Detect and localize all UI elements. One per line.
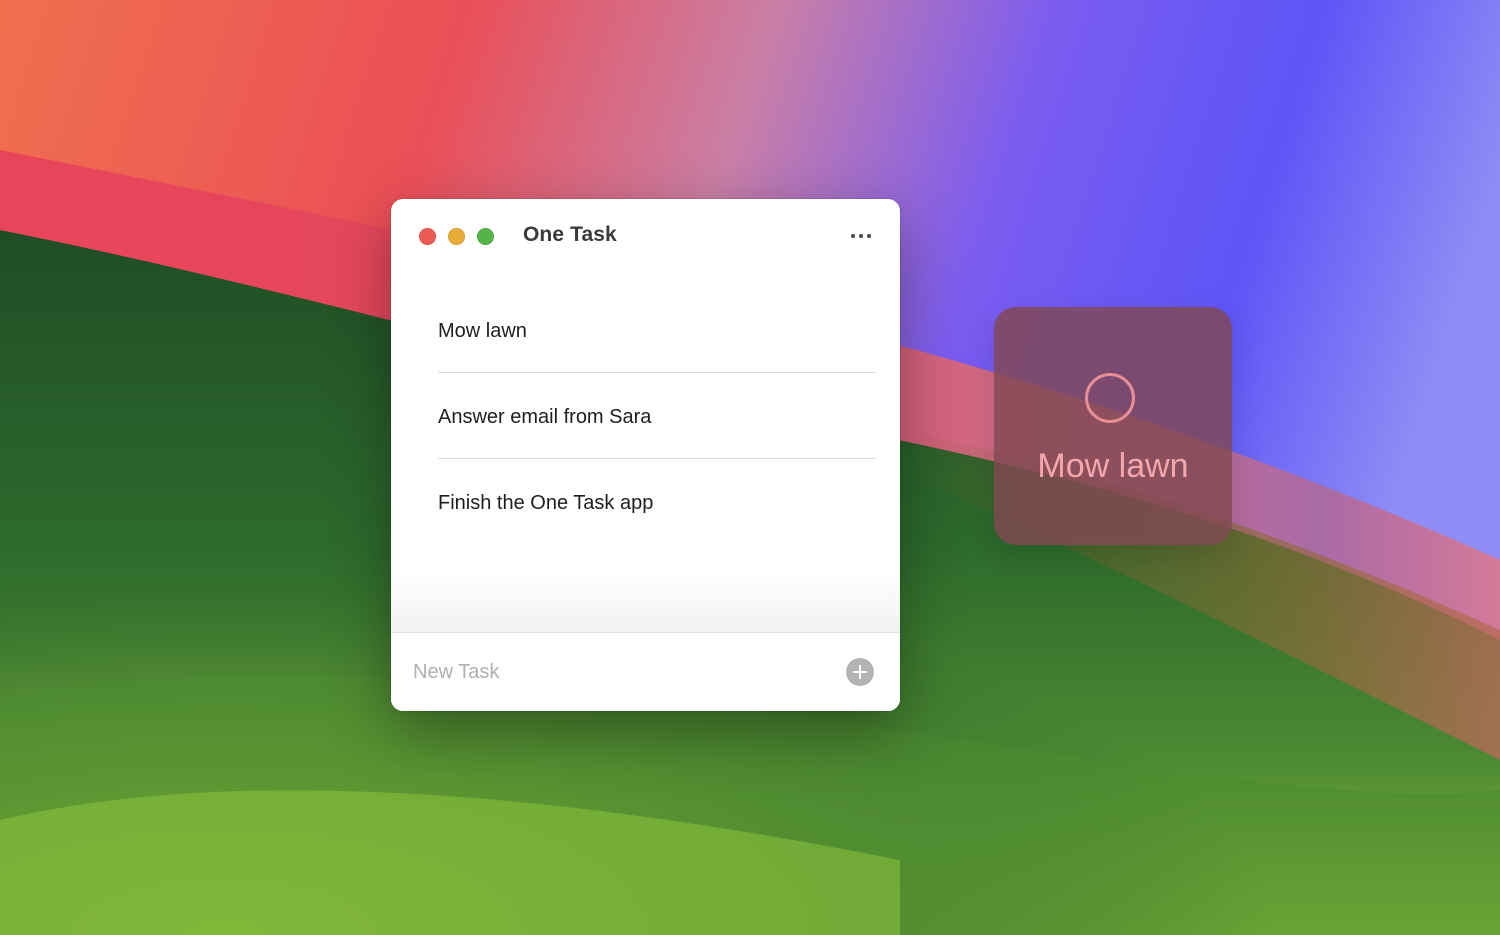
task-label: Answer email from Sara [438,406,652,428]
window-title: One Task [523,223,617,246]
task-row[interactable]: Finish the One Task app [391,459,900,545]
new-task-input[interactable] [413,657,833,687]
close-button[interactable] [419,228,436,245]
widget-task-label: Mow lawn [1037,447,1189,485]
plus-circle-icon[interactable] [846,658,874,686]
task-label: Finish the One Task app [438,492,654,514]
current-task-widget[interactable]: Mow lawn [994,307,1232,545]
task-row[interactable]: Answer email from Sara [391,373,900,459]
maximize-button[interactable] [477,228,494,245]
task-row[interactable]: Mow lawn [391,287,900,373]
ellipsis-icon[interactable] [843,221,879,251]
empty-circle-icon[interactable] [1085,373,1135,423]
new-task-bar [391,632,900,711]
list-fade [391,569,900,632]
task-label: Mow lawn [438,320,527,342]
task-list: Mow lawn Answer email from Sara Finish t… [391,287,900,545]
one-task-window: One Task Mow lawn Answer email from Sara… [391,199,900,711]
minimize-button[interactable] [448,228,465,245]
title-bar[interactable]: One Task [391,199,900,273]
